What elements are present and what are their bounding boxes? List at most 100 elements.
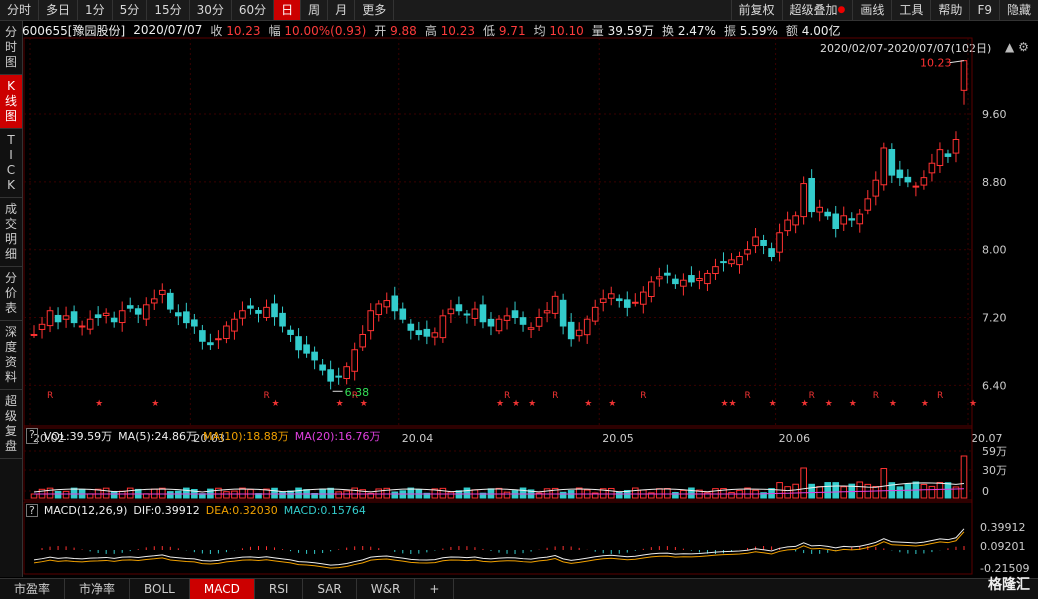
- period-tab-7[interactable]: 日: [274, 0, 301, 20]
- period-tab-2[interactable]: 1分: [78, 0, 113, 20]
- candle-body: [913, 186, 919, 187]
- candle: [512, 302, 518, 324]
- period-tab-4[interactable]: 15分: [147, 0, 189, 20]
- candle-body: [464, 314, 470, 315]
- candle-body: [87, 319, 93, 329]
- indicator-tab-7[interactable]: +: [415, 579, 454, 599]
- candle-body: [745, 250, 751, 254]
- candle-body: [889, 150, 895, 176]
- period-tab-0[interactable]: 分时: [0, 0, 39, 20]
- candle-body: [785, 220, 791, 231]
- toolbar-action-4[interactable]: 帮助: [930, 0, 969, 20]
- indicator-tab-5[interactable]: SAR: [303, 579, 356, 599]
- volume-bar: [544, 489, 550, 498]
- indicator-tab-1[interactable]: 市净率: [65, 579, 130, 599]
- volume-bar: [785, 487, 791, 498]
- candle: [576, 322, 582, 341]
- toolbar-action-3[interactable]: 工具: [891, 0, 930, 20]
- volume-bar: [272, 488, 278, 498]
- macd-dif-line: [34, 529, 964, 565]
- candle: [953, 131, 959, 162]
- period-tab-5[interactable]: 30分: [190, 0, 232, 20]
- candle: [929, 154, 935, 182]
- candle: [793, 211, 799, 233]
- candle-body: [673, 279, 679, 283]
- candle: [809, 169, 815, 217]
- candle-body: [151, 299, 157, 303]
- candle-body: [945, 154, 951, 157]
- period-tab-6[interactable]: 60分: [232, 0, 274, 20]
- volume-bar: [496, 488, 502, 498]
- vol-ma10: MA(10):18.88万: [203, 428, 289, 444]
- volume-bar: [176, 491, 182, 498]
- volume-legend: ? VOL:39.59万 MA(5):24.86万 MA(10):18.88万 …: [26, 428, 381, 444]
- event-marker: ★: [801, 399, 809, 409]
- candle-body: [616, 299, 622, 301]
- event-marker: ★: [969, 399, 977, 409]
- price-tick-label: 8.80: [982, 176, 1007, 189]
- candle: [400, 303, 406, 324]
- candle-body: [801, 184, 807, 217]
- indicator-tab-0[interactable]: 市盈率: [0, 579, 65, 599]
- candle: [224, 321, 230, 343]
- candle: [440, 310, 446, 343]
- volume-bar: [167, 492, 173, 498]
- event-marker: ★: [921, 399, 929, 409]
- indicator-tab-6[interactable]: W&R: [357, 579, 416, 599]
- candle: [416, 322, 422, 340]
- volume-bar: [63, 491, 69, 498]
- volume-bar: [616, 492, 622, 498]
- candle-body: [857, 214, 863, 224]
- volume-bar: [184, 488, 190, 498]
- candle-body: [304, 345, 310, 353]
- period-tab-9[interactable]: 月: [328, 0, 355, 20]
- toolbar-action-6[interactable]: 隐藏: [999, 0, 1038, 20]
- candle: [833, 206, 839, 237]
- candle-body: [424, 329, 430, 336]
- candle-body: [288, 330, 294, 334]
- toolbar-action-5[interactable]: F9: [969, 0, 999, 20]
- candle-body: [865, 199, 871, 210]
- toolbar-action-2[interactable]: 画线: [852, 0, 891, 20]
- candle-body: [536, 318, 542, 327]
- price-axis: 9.608.808.007.206.40: [972, 38, 1007, 556]
- candle: [945, 150, 951, 163]
- candle: [897, 161, 903, 186]
- period-tab-1[interactable]: 多日: [39, 0, 78, 20]
- candle-body: [143, 305, 149, 319]
- candles-layer: [31, 61, 967, 390]
- candle-body: [224, 326, 230, 339]
- period-tabs: 分时多日1分5分15分30分60分日周月更多: [0, 0, 394, 20]
- candle: [232, 312, 238, 339]
- indicator-tab-2[interactable]: BOLL: [130, 579, 190, 599]
- volume-bar: [560, 492, 566, 498]
- candle: [705, 270, 711, 291]
- candle: [849, 212, 855, 227]
- candle: [376, 300, 382, 321]
- candle: [79, 321, 85, 336]
- indicator-tab-3[interactable]: MACD: [190, 579, 255, 599]
- candle: [825, 208, 831, 219]
- volume-tick-label: 30万: [982, 464, 1007, 477]
- period-tab-10[interactable]: 更多: [355, 0, 394, 20]
- candle-body: [63, 316, 69, 319]
- volume-bar: [825, 483, 831, 498]
- candle-body: [264, 307, 270, 317]
- event-marker: ★: [608, 399, 616, 409]
- macd-title: MACD(12,26,9): [44, 504, 128, 517]
- candle: [721, 252, 727, 271]
- indicator-tab-4[interactable]: RSI: [255, 579, 304, 599]
- toolbar-action-0[interactable]: 前复权: [731, 0, 782, 20]
- macd-toggle-icon[interactable]: ?: [26, 504, 38, 517]
- macd-tick-label: 0.39912: [980, 521, 1026, 534]
- toolbar-action-1[interactable]: 超级叠加●: [782, 0, 853, 20]
- period-tab-3[interactable]: 5分: [113, 0, 148, 20]
- candle-body: [713, 267, 719, 274]
- legend-toggle-icon[interactable]: ?: [26, 428, 38, 444]
- candle-body: [641, 292, 647, 304]
- candle: [544, 302, 550, 322]
- candle-body: [793, 216, 799, 225]
- candle-body: [769, 249, 775, 257]
- k-line-chart[interactable]: 9.608.808.007.206.40 20.0220.0320.0420.0…: [0, 22, 1038, 578]
- period-tab-8[interactable]: 周: [301, 0, 328, 20]
